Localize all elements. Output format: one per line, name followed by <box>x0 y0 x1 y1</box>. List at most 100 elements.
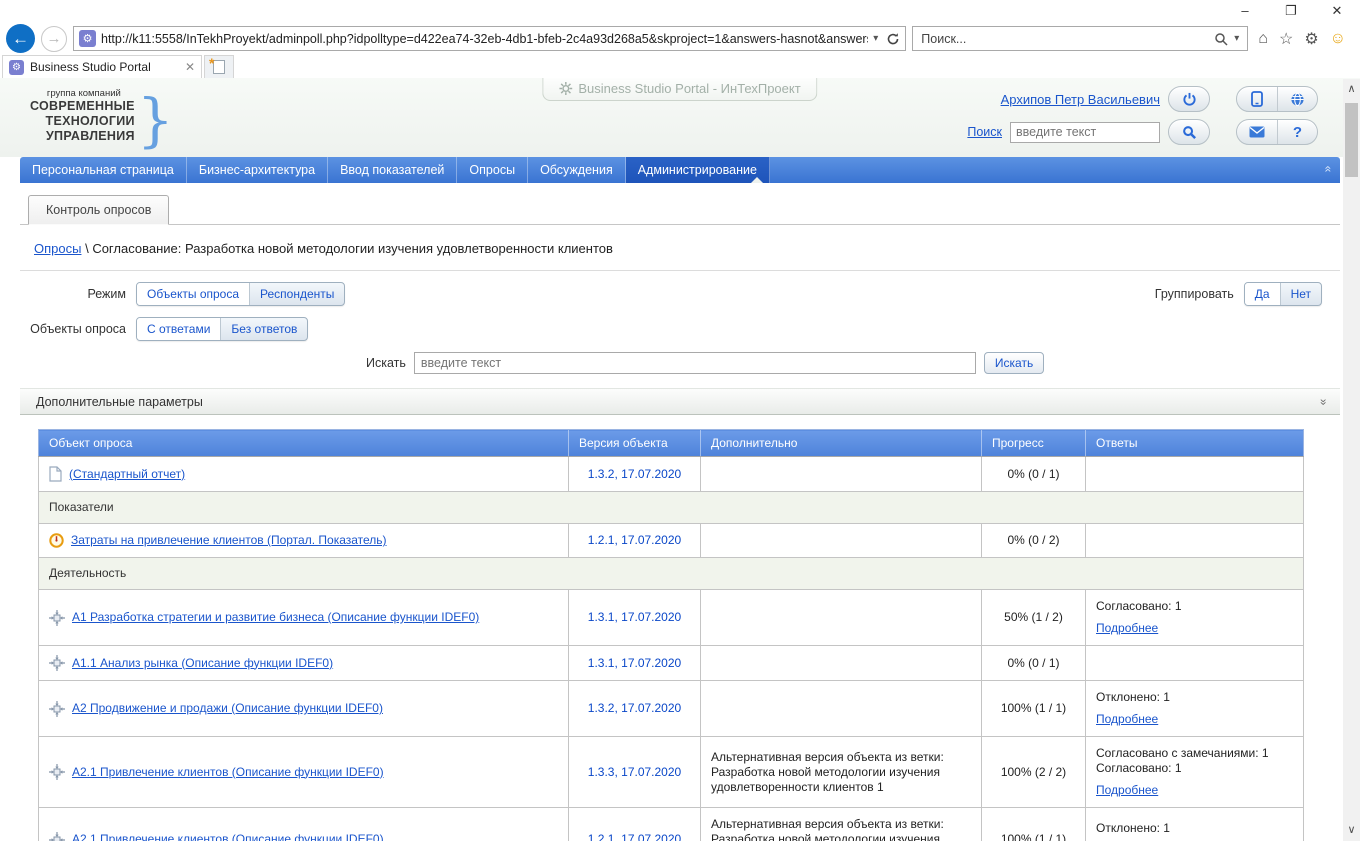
object-answers: Согласовано с замечаниями: 1Согласовано:… <box>1086 737 1304 808</box>
new-tab-button[interactable] <box>204 55 234 78</box>
details-link[interactable]: Подробнее <box>1096 712 1158 727</box>
table-group-row: Деятельность <box>39 558 1304 590</box>
grouping-option-1[interactable]: Нет <box>1280 283 1321 305</box>
url-text[interactable]: http://k11:5558/InTekhProyekt/adminpoll.… <box>101 32 868 46</box>
tab-poll-control[interactable]: Контроль опросов <box>28 195 169 225</box>
divider <box>20 270 1340 271</box>
maximize-button[interactable]: ❐ <box>1268 0 1314 22</box>
object-version: 1.3.2, 17.07.2020 <box>569 457 701 492</box>
objects-option-1[interactable]: Без ответов <box>220 318 307 340</box>
object-link[interactable]: A2.1 Привлечение клиентов (Описание функ… <box>72 832 384 841</box>
search-icon[interactable] <box>1214 32 1228 46</box>
column-header-1: Версия объекта <box>569 430 701 457</box>
favorites-star-icon[interactable]: ☆ <box>1279 29 1293 49</box>
mode-option-1[interactable]: Респонденты <box>249 283 344 305</box>
url-dropdown-icon[interactable]: ▾ <box>873 33 878 44</box>
forward-arrow-icon: → <box>47 30 62 47</box>
filters-panel: Режим Объекты опросаРеспонденты Группиро… <box>20 282 1340 374</box>
nav-tab-2[interactable]: Ввод показателей <box>328 157 457 183</box>
scroll-up-icon[interactable]: ∧ <box>1343 81 1360 98</box>
breadcrumb-current: Согласование: Разработка новой методолог… <box>92 241 613 256</box>
home-icon[interactable]: ⌂ <box>1258 30 1268 48</box>
object-link[interactable]: A2 Продвижение и продажи (Описание функц… <box>72 701 383 716</box>
find-button[interactable]: Искать <box>984 352 1044 374</box>
scrollbar-thumb[interactable] <box>1345 103 1358 177</box>
tab-close-icon[interactable]: ✕ <box>185 60 195 74</box>
expand-chevron-icon[interactable]: « <box>1316 398 1330 405</box>
minimize-button[interactable]: – <box>1222 0 1268 22</box>
object-answers <box>1086 646 1304 681</box>
nav-tab-0[interactable]: Персональная страница <box>20 157 187 183</box>
object-version: 1.3.1, 17.07.2020 <box>569 590 701 646</box>
portal-search-label[interactable]: Поиск <box>967 125 1002 139</box>
grouping-option-0[interactable]: Да <box>1245 283 1280 305</box>
nav-tab-4[interactable]: Обсуждения <box>528 157 626 183</box>
column-header-0: Объект опроса <box>39 430 569 457</box>
mode-label: Режим <box>20 287 126 301</box>
details-link[interactable]: Подробнее <box>1096 783 1158 798</box>
vertical-scrollbar[interactable]: ∧ ∨ <box>1343 79 1360 841</box>
column-header-4: Ответы <box>1086 430 1304 457</box>
back-button[interactable]: ← <box>6 24 35 53</box>
browser-tab[interactable]: ⚙ Business Studio Portal ✕ <box>2 55 202 78</box>
mode-option-0[interactable]: Объекты опроса <box>137 283 249 305</box>
object-link[interactable]: A1 Разработка стратегии и развитие бизне… <box>72 610 479 625</box>
object-link[interactable]: (Стандартный отчет) <box>69 467 185 482</box>
close-button[interactable]: ✕ <box>1314 0 1360 22</box>
object-progress: 100% (1 / 1) <box>982 808 1086 841</box>
idef0-icon <box>49 701 65 717</box>
object-progress: 0% (0 / 1) <box>982 646 1086 681</box>
object-answers <box>1086 524 1304 558</box>
object-version: 1.2.1, 17.07.2020 <box>569 808 701 841</box>
group-label: Деятельность <box>39 558 1304 590</box>
portal-search-input[interactable] <box>1010 122 1160 143</box>
object-extra <box>701 590 982 646</box>
object-link[interactable]: A2.1 Привлечение клиентов (Описание функ… <box>72 765 384 780</box>
language-button[interactable] <box>1277 87 1317 111</box>
address-bar[interactable]: ⚙ http://k11:5558/InTekhProyekt/adminpol… <box>73 26 906 51</box>
mode-toggle: Объекты опросаРеспонденты <box>136 282 345 306</box>
nav-tab-1[interactable]: Бизнес-архитектура <box>187 157 328 183</box>
find-input[interactable] <box>414 352 976 374</box>
mobile-version-button[interactable] <box>1237 87 1277 111</box>
user-name-link[interactable]: Архипов Петр Васильевич <box>1001 92 1160 107</box>
nav-collapse-icon[interactable]: « <box>1317 166 1341 173</box>
logo-line-2: ТЕХНОЛОГИИ <box>30 114 135 129</box>
object-version: 1.3.3, 17.07.2020 <box>569 737 701 808</box>
object-extra <box>701 681 982 737</box>
document-icon <box>49 466 62 482</box>
group-label: Показатели <box>39 492 1304 524</box>
browser-search-box[interactable]: Поиск... ▾ <box>912 26 1248 51</box>
object-extra <box>701 524 982 558</box>
object-link[interactable]: A1.1 Анализ рынка (Описание функции IDEF… <box>72 656 333 671</box>
nav-tab-3[interactable]: Опросы <box>457 157 528 183</box>
table-row: A2.1 Привлечение клиентов (Описание функ… <box>39 808 1304 841</box>
grouping-label: Группировать <box>1155 287 1234 301</box>
breadcrumb-polls-link[interactable]: Опросы <box>34 241 81 256</box>
settings-gear-icon[interactable]: ⚙ <box>1304 29 1318 49</box>
portal-search-button[interactable] <box>1168 119 1210 145</box>
nav-tab-5[interactable]: Администрирование <box>626 157 770 183</box>
company-logo: группа компаний СОВРЕМЕННЫЕ ТЕХНОЛОГИИ У… <box>30 83 174 149</box>
breadcrumb: Опросы \ Согласование: Разработка новой … <box>20 241 1340 256</box>
objects-option-0[interactable]: С ответами <box>137 318 220 340</box>
answer-status: Отклонено: 1 <box>1096 690 1293 705</box>
additional-params-header[interactable]: Дополнительные параметры « <box>20 388 1340 415</box>
search-dropdown-icon[interactable]: ▾ <box>1234 33 1239 44</box>
feedback-smiley-icon[interactable]: ☺ <box>1330 30 1346 48</box>
idef0-icon <box>49 832 65 841</box>
messages-button[interactable] <box>1237 120 1277 144</box>
column-header-3: Прогресс <box>982 430 1086 457</box>
object-answers <box>1086 457 1304 492</box>
logout-button[interactable] <box>1168 86 1210 112</box>
table-row: Затраты на привлечение клиентов (Портал.… <box>39 524 1304 558</box>
object-link[interactable]: Затраты на привлечение клиентов (Портал.… <box>71 533 387 548</box>
details-link[interactable]: Подробнее <box>1096 621 1158 636</box>
forward-button[interactable]: → <box>41 26 67 52</box>
window-titlebar: – ❐ ✕ <box>0 0 1360 22</box>
browser-tab-bar: ⚙ Business Studio Portal ✕ <box>0 55 1360 78</box>
scroll-down-icon[interactable]: ∨ <box>1343 822 1360 839</box>
objects-toggle: С ответамиБез ответов <box>136 317 308 341</box>
refresh-icon[interactable] <box>886 32 900 46</box>
help-button[interactable]: ? <box>1277 120 1317 144</box>
